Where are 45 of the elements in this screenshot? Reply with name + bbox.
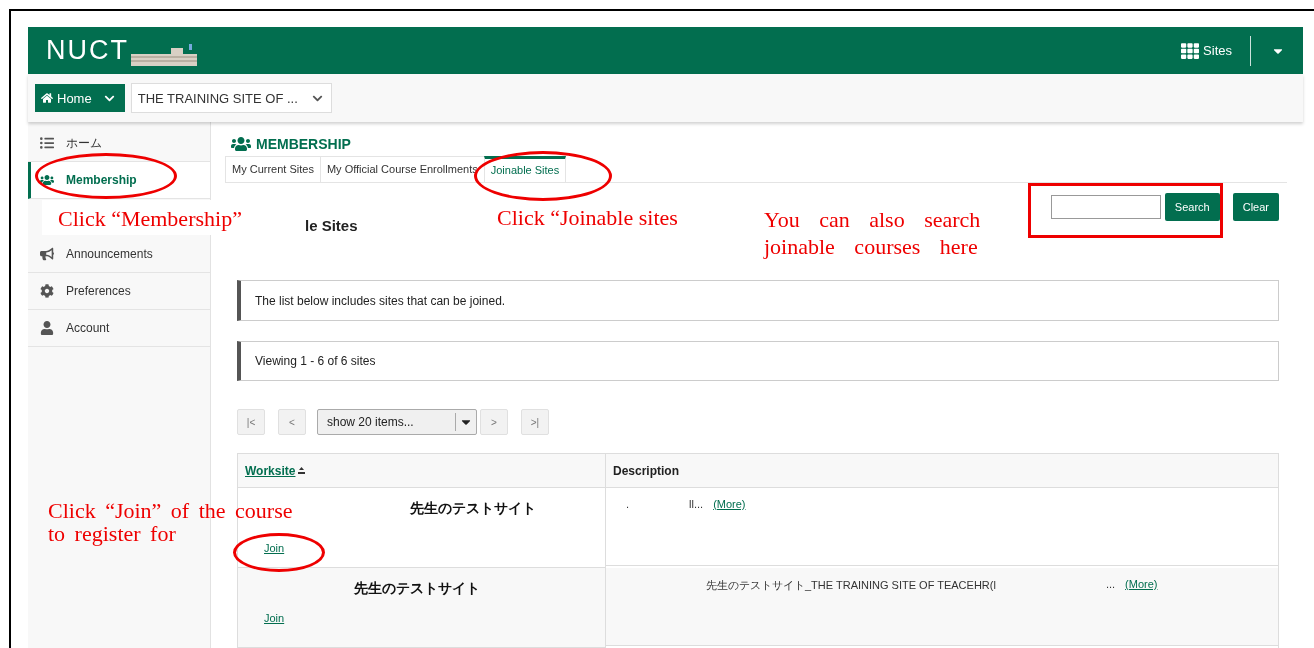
gear-icon xyxy=(40,284,54,298)
worksite-name: 先生のテストサイト xyxy=(354,580,480,598)
more-link[interactable]: (More) xyxy=(713,498,746,510)
sidebar-item[interactable]: Account xyxy=(28,310,210,347)
more-link[interactable]: (More) xyxy=(1125,578,1158,593)
tab[interactable]: My Current Sites xyxy=(225,155,321,183)
home-icon xyxy=(41,92,53,104)
sidebar-item[interactable]: Announcements xyxy=(28,236,210,273)
description-text: 先生のテストサイト_THE TRAINING SITE OF TEACEHR(l xyxy=(706,578,996,593)
megaphone-icon xyxy=(40,247,54,261)
logo-text: NUCT xyxy=(46,35,129,66)
tool-title: MEMBERSHIP xyxy=(256,135,351,152)
tab[interactable]: Joinable Sites xyxy=(483,155,567,183)
grid-icon[interactable] xyxy=(1181,41,1200,60)
worksite-name: 先生のテストサイト xyxy=(410,500,536,518)
description-text: ll... xyxy=(689,498,704,510)
description-text: . xyxy=(626,498,630,510)
annotation-note: Click “Join” of the course to register for xyxy=(48,499,293,545)
page-heading: le Sites xyxy=(305,217,358,235)
clear-button[interactable]: Clear xyxy=(1232,192,1279,221)
last-page-button[interactable]: >| xyxy=(521,409,549,435)
page-size-select[interactable]: show 20 items... xyxy=(317,409,477,435)
message-box: The list below includes sites that can be joined. xyxy=(237,280,1279,321)
previous-page-button[interactable]: < xyxy=(278,409,306,435)
annotation-note: Click “Joinable sites xyxy=(497,204,678,231)
sidebar-item[interactable]: Membership xyxy=(28,162,210,199)
join-link[interactable]: Join xyxy=(264,542,285,554)
users-icon xyxy=(40,173,54,187)
sidebar-item[interactable]: Preferences xyxy=(28,273,210,310)
column-header: Description xyxy=(613,463,679,478)
description-text: ... xyxy=(1105,578,1116,592)
sites-link[interactable]: Sites xyxy=(1203,43,1232,58)
column-header-link[interactable]: Worksite xyxy=(245,463,296,478)
home-button[interactable]: Home xyxy=(35,84,125,112)
join-link[interactable]: Join xyxy=(264,612,285,624)
next-page-button[interactable]: > xyxy=(480,409,508,435)
annotation-note: You can also search joinable courses here xyxy=(764,206,981,260)
building-logo-icon xyxy=(131,44,197,66)
first-page-button[interactable]: |< xyxy=(237,409,265,435)
user-icon xyxy=(40,321,54,335)
list-icon xyxy=(40,136,54,150)
message-box: Viewing 1 - 6 of 6 sites xyxy=(237,340,1279,381)
search-button[interactable]: Search xyxy=(1164,192,1220,221)
site-select[interactable]: THE TRAINING SITE OF ... xyxy=(130,83,332,113)
search-field[interactable] xyxy=(1050,194,1161,219)
